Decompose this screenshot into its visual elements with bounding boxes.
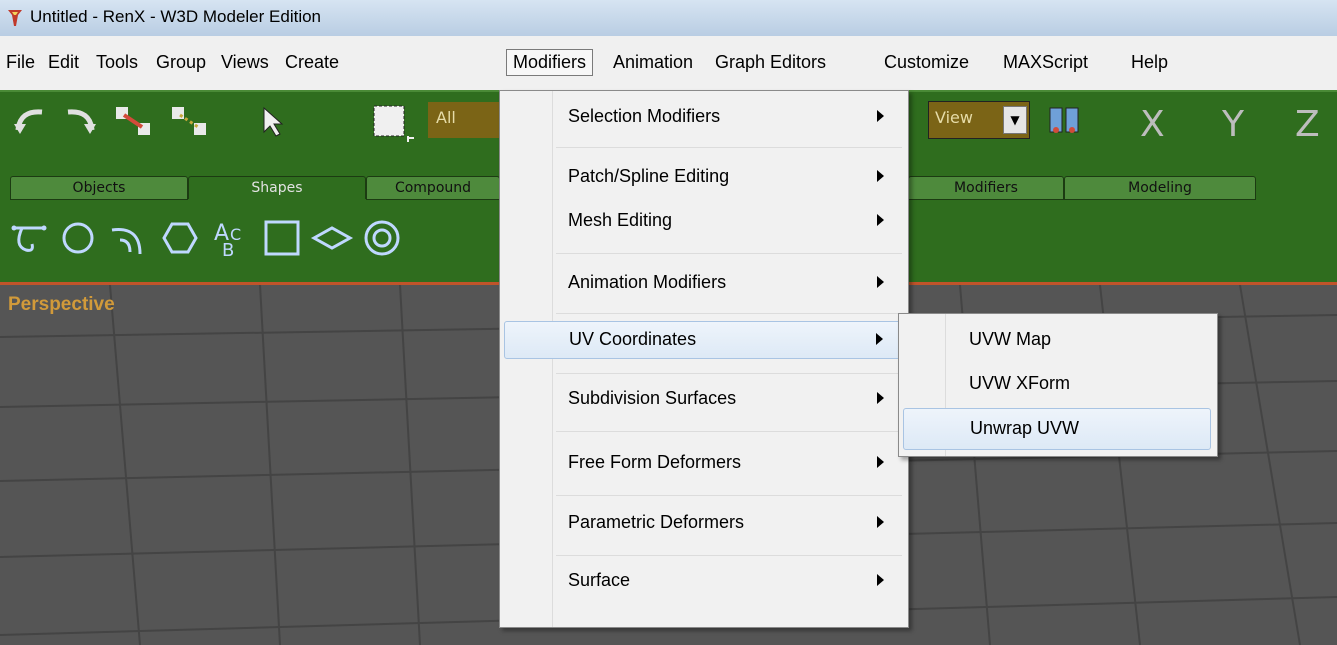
menu-item-selection-modifiers[interactable]: Selection Modifiers: [504, 99, 904, 135]
unlink-icon[interactable]: [168, 103, 212, 139]
selection-filter-value: All: [436, 108, 456, 127]
menu-tools[interactable]: Tools: [96, 52, 138, 73]
menu-item-patch-spline-editing[interactable]: Patch/Spline Editing: [504, 159, 904, 195]
menu-separator: [556, 373, 902, 374]
menu-edit[interactable]: Edit: [48, 52, 79, 73]
link-icon[interactable]: [112, 103, 156, 139]
rectangle-icon[interactable]: [260, 216, 304, 260]
axis-z-button[interactable]: Z: [1295, 104, 1320, 145]
tab-compound[interactable]: Compound: [366, 176, 500, 200]
axis-x-button[interactable]: X: [1140, 104, 1165, 145]
reference-coord-dropdown[interactable]: View ▼: [928, 101, 1030, 139]
menu-item-subdivision-surfaces[interactable]: Subdivision Surfaces: [504, 381, 904, 417]
uv-coordinates-submenu: UVW Map UVW XForm Unwrap UVW: [898, 313, 1218, 457]
tab-modifiers[interactable]: Modifiers: [908, 176, 1064, 200]
menu-modifiers[interactable]: Modifiers: [506, 49, 594, 76]
menu-file[interactable]: File: [6, 52, 35, 73]
submenu-arrow-icon: [877, 170, 884, 182]
menu-separator: [556, 555, 902, 556]
ngon-icon[interactable]: [158, 216, 202, 260]
menu-customize[interactable]: Customize: [884, 52, 969, 73]
submenu-arrow-icon: [877, 574, 884, 586]
submenu-arrow-icon: [877, 110, 884, 122]
tab-objects[interactable]: Objects: [10, 176, 188, 200]
text-icon[interactable]: A C B: [210, 216, 254, 260]
renx-app-icon: [8, 10, 22, 26]
menu-item-label: Subdivision Surfaces: [568, 388, 737, 408]
viewport-label[interactable]: Perspective: [8, 294, 115, 316]
submenu-item-label: UVW XForm: [969, 373, 1070, 393]
menu-graph-editors[interactable]: Graph Editors: [715, 52, 826, 73]
menu-maxscript[interactable]: MAXScript: [1003, 52, 1088, 73]
menu-item-label: Patch/Spline Editing: [568, 166, 730, 186]
menu-group[interactable]: Group: [156, 52, 206, 73]
selection-filter-field[interactable]: All: [428, 102, 508, 138]
ellipse-icon[interactable]: [310, 216, 354, 260]
menu-separator: [556, 431, 902, 432]
menu-separator: [556, 313, 902, 314]
submenu-arrow-icon: [877, 516, 884, 528]
menu-separator: [556, 147, 902, 148]
title-bar: Untitled - RenX - W3D Modeler Edition: [0, 0, 1337, 36]
menu-item-free-form-deformers[interactable]: Free Form Deformers: [504, 445, 904, 481]
menu-separator: [556, 253, 902, 254]
menu-item-uv-coordinates[interactable]: UV Coordinates: [504, 321, 904, 359]
axis-y-button[interactable]: Y: [1222, 104, 1244, 145]
menu-item-parametric-deformers[interactable]: Parametric Deformers: [504, 505, 904, 541]
redo-icon[interactable]: [58, 104, 98, 138]
menu-item-animation-modifiers[interactable]: Animation Modifiers: [504, 265, 904, 301]
menu-item-label: Selection Modifiers: [568, 106, 721, 126]
menu-item-label: Surface: [568, 570, 631, 590]
submenu-item-uvw-map[interactable]: UVW Map: [903, 320, 1211, 360]
mirror-icon[interactable]: [1046, 104, 1086, 144]
chevron-down-icon[interactable]: ▼: [1003, 106, 1027, 134]
region-select-icon[interactable]: [372, 104, 416, 144]
submenu-arrow-icon: [877, 456, 884, 468]
undo-icon[interactable]: [12, 104, 52, 138]
tab-shapes[interactable]: Shapes: [188, 176, 366, 199]
tab-modeling[interactable]: Modeling: [1064, 176, 1256, 200]
menu-animation[interactable]: Animation: [613, 52, 693, 73]
select-arrow-icon[interactable]: [256, 106, 286, 138]
reference-coord-value: View: [935, 108, 973, 127]
submenu-arrow-icon: [877, 214, 884, 226]
submenu-arrow-icon: [877, 276, 884, 288]
donut-icon[interactable]: [360, 216, 404, 260]
menu-separator: [556, 495, 902, 496]
menu-views[interactable]: Views: [221, 52, 269, 73]
menu-item-label: Parametric Deformers: [568, 512, 745, 532]
menu-item-mesh-editing[interactable]: Mesh Editing: [504, 203, 904, 239]
menu-item-label: UV Coordinates: [569, 329, 697, 349]
menu-item-label: Animation Modifiers: [568, 272, 727, 292]
menu-help[interactable]: Help: [1131, 52, 1168, 73]
modifiers-menu: Selection Modifiers Patch/Spline Editing…: [499, 90, 909, 628]
submenu-item-unwrap-uvw[interactable]: Unwrap UVW: [903, 408, 1211, 450]
line-icon[interactable]: [10, 216, 54, 260]
menu-bar: File Edit Tools Group Views Create Modif…: [0, 36, 1337, 90]
submenu-item-label: Unwrap UVW: [970, 418, 1080, 438]
window-title: Untitled - RenX - W3D Modeler Edition: [30, 7, 322, 26]
menu-create[interactable]: Create: [285, 52, 339, 73]
submenu-item-label: UVW Map: [969, 329, 1052, 349]
menu-item-surface[interactable]: Surface: [504, 563, 904, 599]
submenu-arrow-icon: [876, 333, 883, 345]
menu-item-label: Mesh Editing: [568, 210, 673, 230]
menu-item-label: Free Form Deformers: [568, 452, 742, 472]
submenu-item-uvw-xform[interactable]: UVW XForm: [903, 364, 1211, 404]
arc-icon[interactable]: [106, 216, 150, 260]
circle-icon[interactable]: [56, 216, 100, 260]
svg-text:B: B: [222, 240, 234, 260]
submenu-arrow-icon: [877, 392, 884, 404]
